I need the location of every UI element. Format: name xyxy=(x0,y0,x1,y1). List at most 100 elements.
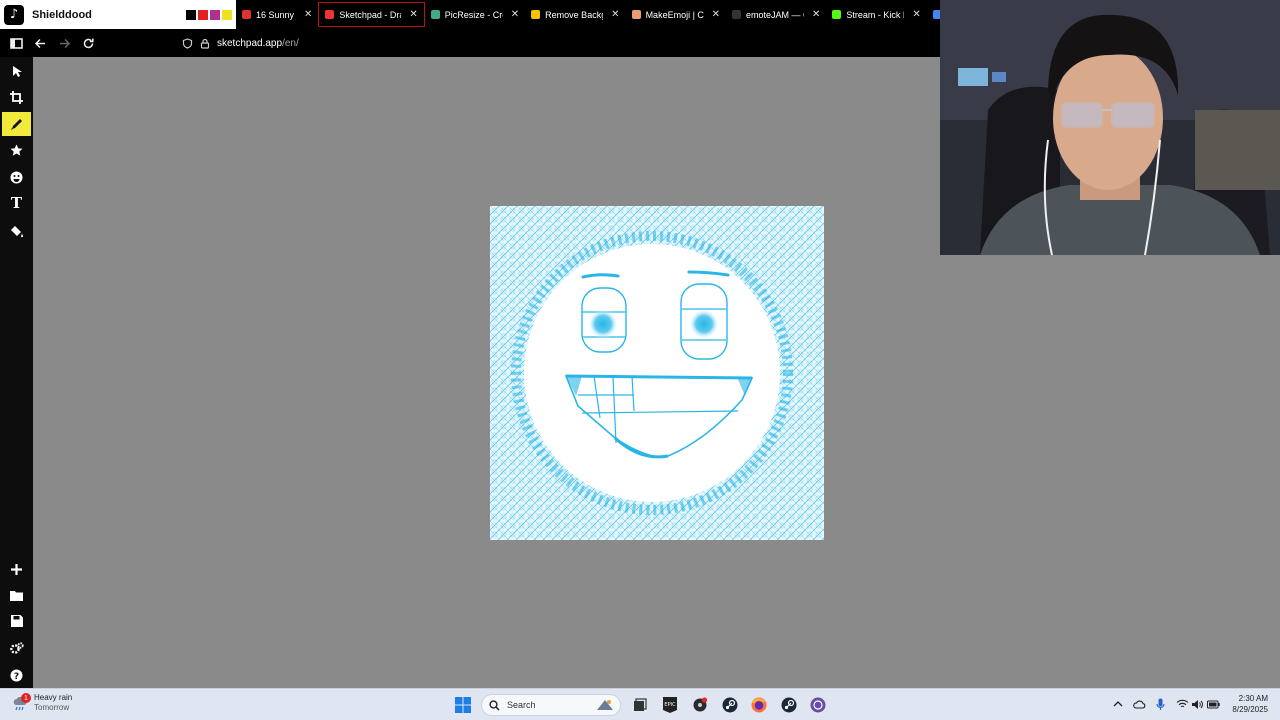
browser-tab[interactable]: Remove Backgro ✕ xyxy=(525,2,625,27)
tab-favicon-icon xyxy=(242,10,251,19)
browser-tab[interactable]: emoteJAM — Gener ✕ xyxy=(726,2,826,27)
tab-favicon-icon xyxy=(932,10,940,19)
tiktok-overlay: ♪ Shielddood xyxy=(0,0,236,29)
back-button[interactable] xyxy=(28,29,52,57)
windows-start-icon[interactable] xyxy=(455,697,471,713)
url-path: /en/ xyxy=(282,37,299,49)
browser-tab[interactable]: Stream - Kick Da ✕ xyxy=(826,2,926,27)
chevron-up-icon[interactable] xyxy=(1111,697,1125,711)
glasses-lens xyxy=(1061,102,1103,128)
windows-taskbar: 1 Heavy rain Tomorrow Search EPIC 2:30 A… xyxy=(0,688,1280,720)
wifi-icon[interactable] xyxy=(1175,697,1189,711)
battery-icon[interactable] xyxy=(1206,697,1220,711)
volume-icon[interactable] xyxy=(1190,697,1204,711)
tab-title: 16 Sunny Bo xyxy=(256,9,296,20)
room-light xyxy=(992,72,1006,82)
weather-alert-badge: 1 xyxy=(21,693,31,703)
browser-tab[interactable]: Sketchpad - Dra ✕ xyxy=(318,2,425,27)
tab-title: Remove Backgro xyxy=(545,9,603,20)
weather-text: Heavy rain Tomorrow xyxy=(34,693,72,713)
search-highlight-icon xyxy=(597,700,613,710)
tab-title: MakeEmoji | Cre xyxy=(645,9,704,20)
drawing-canvas[interactable] xyxy=(490,206,824,540)
tab-favicon-icon xyxy=(531,10,541,19)
tab-favicon-icon xyxy=(731,10,741,19)
glasses-lens xyxy=(1111,102,1155,128)
swatch xyxy=(198,9,208,20)
pointer-icon[interactable] xyxy=(2,59,31,83)
text-icon[interactable]: T xyxy=(2,191,31,215)
task-view-icon[interactable] xyxy=(632,697,648,713)
emoji-icon[interactable] xyxy=(2,165,31,189)
browser-tab[interactable]: MakeEmoji | Cre ✕ xyxy=(626,2,726,27)
room-monitor xyxy=(958,68,988,86)
taskbar-search[interactable]: Search xyxy=(481,694,621,716)
firefox-icon[interactable] xyxy=(751,697,767,713)
reload-button[interactable] xyxy=(76,29,100,57)
plus-icon[interactable] xyxy=(2,557,31,581)
close-tab-icon[interactable]: ✕ xyxy=(511,9,519,20)
onedrive-icon[interactable] xyxy=(1132,697,1146,711)
pencil-icon[interactable] xyxy=(2,112,31,136)
url-host: sketchpad.app xyxy=(217,37,283,49)
tab-title: Sketchpad - Dra xyxy=(339,9,402,20)
paint-bucket-icon[interactable] xyxy=(2,219,31,243)
close-tab-icon[interactable]: ✕ xyxy=(409,9,417,20)
folder-icon[interactable] xyxy=(2,583,31,607)
steam-icon[interactable] xyxy=(781,697,797,713)
url-text: sketchpad.app/en/ xyxy=(217,38,299,49)
weather-subtitle: Tomorrow xyxy=(34,703,70,712)
tab-favicon-icon xyxy=(631,10,641,19)
swatch xyxy=(186,9,196,20)
close-tab-icon[interactable]: ✕ xyxy=(812,9,820,20)
left-pupil xyxy=(588,309,618,339)
tab-title: PicResize - Crop xyxy=(444,9,503,20)
close-tab-icon[interactable]: ✕ xyxy=(611,9,619,20)
close-tab-icon[interactable]: ✕ xyxy=(304,9,312,20)
obs-icon[interactable] xyxy=(810,697,826,713)
crop-icon[interactable] xyxy=(2,85,31,109)
streamer-name: Shielddood xyxy=(32,8,92,21)
swatch xyxy=(222,9,232,20)
forward-button[interactable] xyxy=(52,29,76,57)
url-field[interactable]: sketchpad.app/en/ xyxy=(182,29,299,57)
sketchpad-toolbar: T ? xyxy=(0,57,33,688)
tab-favicon-icon xyxy=(832,10,842,19)
right-pupil xyxy=(689,309,719,339)
star-icon[interactable] xyxy=(2,138,31,162)
search-icon xyxy=(489,699,500,711)
clock-time: 2:30 AM xyxy=(1238,694,1268,703)
tab-favicon-icon xyxy=(430,10,440,19)
address-bar: sketchpad.app/en/ xyxy=(0,29,940,57)
color-swatches xyxy=(186,9,232,20)
steam-icon[interactable] xyxy=(722,697,738,713)
app-icon[interactable] xyxy=(692,697,708,713)
settings-icon[interactable] xyxy=(2,636,31,660)
save-icon[interactable] xyxy=(2,609,31,633)
help-icon[interactable]: ? xyxy=(2,663,31,687)
close-tab-icon[interactable]: ✕ xyxy=(912,9,920,20)
microphone-icon[interactable] xyxy=(1153,697,1167,711)
system-clock[interactable]: 2:30 AM 8/29/2025 xyxy=(1232,693,1268,715)
screen: ♪ Shielddood 16 Sunny Bo✕Sketchpad - Dra… xyxy=(0,0,1280,720)
shield-icon xyxy=(182,37,193,49)
tiktok-icon: ♪ xyxy=(4,4,24,25)
tab-favicon-icon xyxy=(325,10,335,19)
rain-icon: 1 xyxy=(12,693,31,711)
couch xyxy=(1195,110,1280,190)
clock-date: 8/29/2025 xyxy=(1232,705,1268,714)
browser-tab[interactable]: 16 Sunny Bo ✕ xyxy=(236,2,318,27)
emoji-face xyxy=(524,244,780,502)
weather-widget[interactable]: 1 Heavy rain Tomorrow xyxy=(12,693,72,713)
browser-tab[interactable]: PicResize - Crop ✕ xyxy=(425,2,525,27)
browser-tab[interactable]: wi xyxy=(927,2,940,27)
browser-tab-bar: ♪ Shielddood 16 Sunny Bo✕Sketchpad - Dra… xyxy=(0,0,940,29)
webcam-overlay xyxy=(940,0,1280,255)
tab-title: Stream - Kick Da xyxy=(846,9,904,20)
epic-games-icon[interactable]: EPIC xyxy=(662,697,678,713)
sidebar-toggle-icon[interactable] xyxy=(4,29,28,57)
swatch xyxy=(210,9,220,20)
close-tab-icon[interactable]: ✕ xyxy=(712,9,720,20)
search-label: Search xyxy=(507,700,536,710)
lock-icon xyxy=(200,38,210,49)
